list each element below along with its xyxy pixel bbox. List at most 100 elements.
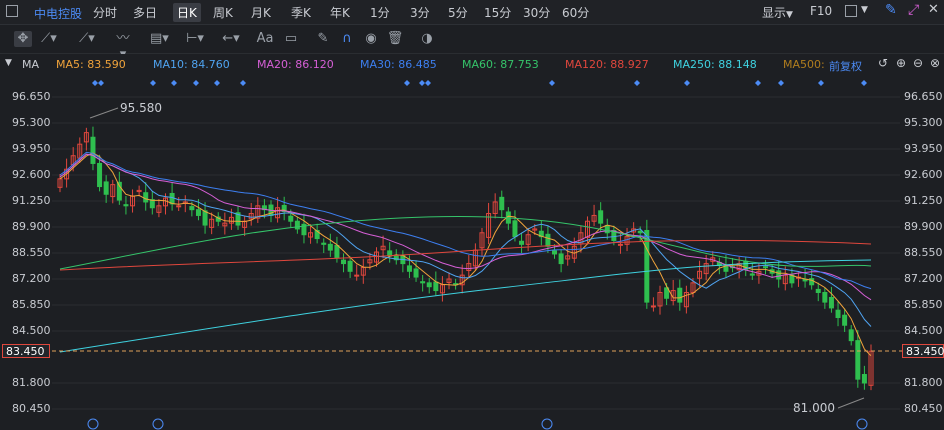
event-circle [152, 418, 164, 430]
y-tick-right: 80.450 [904, 402, 943, 415]
candle-body [321, 242, 327, 245]
low-leader [837, 397, 865, 409]
candle-body [828, 296, 834, 309]
event-marker [98, 80, 104, 86]
candle-body [347, 260, 353, 272]
event-circle [856, 418, 868, 430]
event-circle [87, 418, 99, 430]
candle-body [426, 282, 432, 288]
candle-body [822, 291, 828, 303]
candle-body [123, 204, 129, 207]
y-tick-right: 93.950 [904, 142, 943, 155]
y-tick-left: 88.550 [12, 246, 51, 259]
candle-body [169, 192, 175, 205]
y-tick-right: 92.600 [904, 168, 943, 181]
event-marker [684, 80, 690, 86]
current-price-tag-left: 83.450 [2, 344, 50, 358]
candle-body [433, 281, 439, 292]
candle-body [294, 220, 300, 230]
ma-line [59, 152, 872, 357]
y-tick-left: 80.450 [12, 402, 51, 415]
y-tick-left: 95.300 [12, 116, 51, 129]
event-marker [549, 80, 555, 86]
candle-body [835, 309, 841, 319]
candle-body [842, 314, 848, 326]
candle-body [519, 240, 525, 245]
y-tick-left: 89.900 [12, 220, 51, 233]
candle-body [195, 209, 201, 216]
event-marker [214, 80, 220, 86]
y-tick-left: 85.850 [12, 298, 51, 311]
event-marker [193, 80, 199, 86]
candle-body [749, 273, 755, 276]
y-tick-left: 81.800 [12, 376, 51, 389]
candle-body [189, 206, 195, 211]
event-marker [171, 80, 177, 86]
y-tick-left: 91.250 [12, 194, 51, 207]
candle-body [413, 268, 419, 278]
candle-body [512, 220, 518, 238]
ma250-line [59, 259, 872, 353]
y-tick-right: 91.250 [904, 194, 943, 207]
event-marker [240, 80, 246, 86]
event-marker [818, 80, 824, 86]
candle-body [848, 329, 854, 342]
y-tick-right: 95.300 [904, 116, 943, 129]
y-tick-left: 84.500 [12, 324, 51, 337]
candle-body [677, 287, 683, 303]
candle-body [327, 243, 333, 251]
candle-body [176, 205, 182, 208]
candle-body [650, 305, 656, 308]
candle-body [143, 192, 149, 203]
y-tick-right: 87.200 [904, 272, 943, 285]
candle-body [420, 281, 426, 284]
y-tick-left: 93.950 [12, 142, 51, 155]
candle-body [202, 210, 208, 226]
ma60-line [59, 215, 872, 270]
y-tick-right: 96.650 [904, 90, 943, 103]
y-tick-right: 88.550 [904, 246, 943, 259]
candle-body [90, 136, 96, 164]
candle-body [598, 210, 604, 224]
event-marker [404, 80, 410, 86]
event-marker [150, 80, 156, 86]
event-marker [634, 80, 640, 86]
candle-body [558, 253, 564, 265]
high-price-label: 95.580 [120, 101, 162, 115]
low-price-label: 81.000 [793, 401, 835, 415]
y-tick-left: 96.650 [12, 90, 51, 103]
y-tick-left: 92.600 [12, 168, 51, 181]
candle-body [354, 274, 360, 277]
candle-body [763, 266, 769, 269]
current-price-tag-right: 83.450 [902, 344, 944, 358]
candle-body [288, 215, 294, 222]
kline-chart[interactable] [0, 0, 944, 430]
event-marker [861, 80, 867, 86]
candle-body [776, 270, 782, 280]
candle-body [545, 233, 551, 247]
candle-body [499, 196, 505, 211]
candle-body [103, 181, 109, 195]
candle-body [341, 259, 347, 265]
event-marker [755, 80, 761, 86]
candle-body [855, 340, 861, 380]
event-marker [419, 80, 425, 86]
y-tick-right: 84.500 [904, 324, 943, 337]
candle-body [604, 224, 610, 234]
candle-body [334, 244, 340, 259]
candle-body [552, 250, 558, 255]
y-tick-right: 81.800 [904, 376, 943, 389]
candle-body [617, 243, 623, 246]
y-tick-right: 85.850 [904, 298, 943, 311]
event-marker [778, 80, 784, 86]
high-leader [89, 107, 119, 119]
y-tick-left: 87.200 [12, 272, 51, 285]
candle-body [97, 162, 103, 188]
event-circle [541, 418, 553, 430]
candle-body [861, 374, 867, 384]
candle-body [815, 288, 821, 293]
candle-body [406, 265, 412, 272]
event-marker [425, 80, 431, 86]
candle-body [637, 230, 643, 234]
y-tick-right: 89.900 [904, 220, 943, 233]
